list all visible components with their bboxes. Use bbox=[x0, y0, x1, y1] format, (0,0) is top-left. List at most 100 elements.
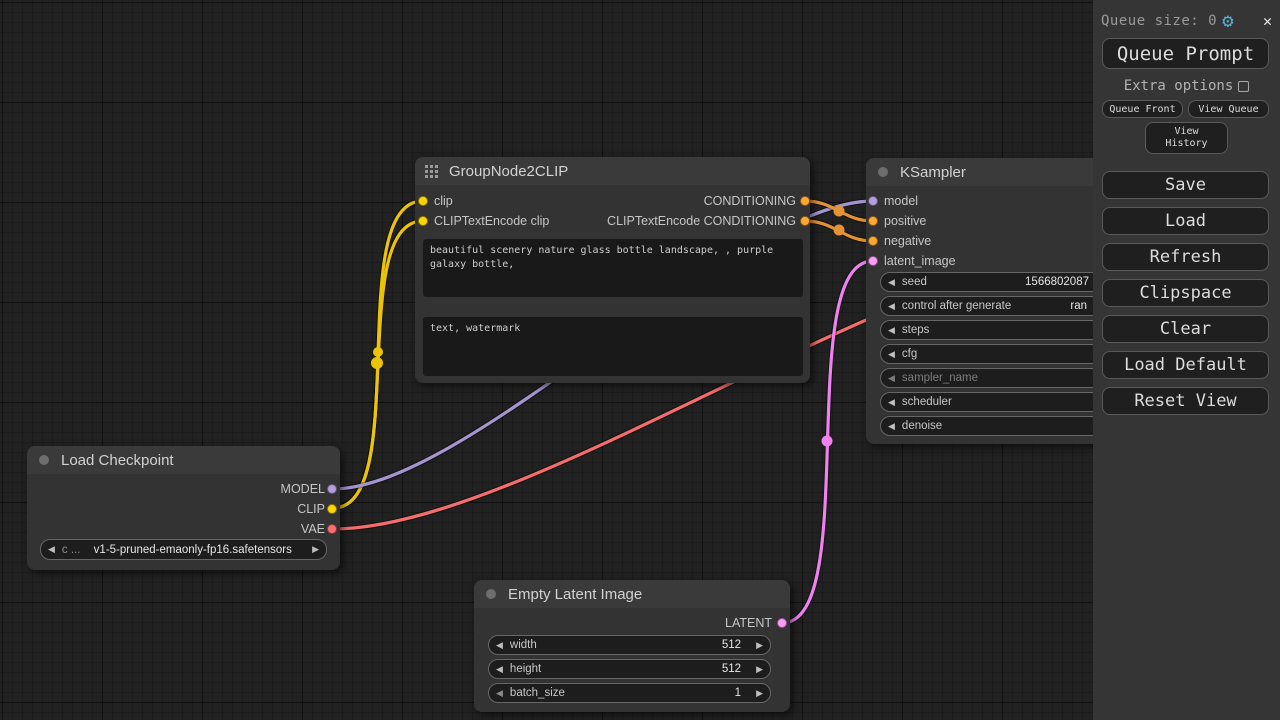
reset-view-button[interactable]: Reset View bbox=[1102, 387, 1269, 415]
decrement-arrow-icon[interactable]: ◀ bbox=[489, 664, 510, 675]
node-empty-latent-image[interactable]: Empty Latent Image LATENT ◀ width 512 ▶ … bbox=[474, 580, 790, 712]
increment-arrow-icon[interactable]: ▶ bbox=[749, 688, 770, 699]
widget-label: height bbox=[510, 663, 541, 675]
widget-label: batch_size bbox=[510, 687, 565, 699]
input-port-positive[interactable] bbox=[868, 216, 878, 226]
link-dot bbox=[834, 225, 845, 236]
node-load-checkpoint[interactable]: Load Checkpoint MODEL CLIP VAE ◀ c ... v… bbox=[27, 446, 340, 570]
node-empty-latent-image-header[interactable]: Empty Latent Image bbox=[474, 580, 790, 608]
clear-button[interactable]: Clear bbox=[1102, 315, 1269, 343]
decrement-arrow-icon[interactable]: ◀ bbox=[881, 277, 902, 288]
input-port-model[interactable] bbox=[868, 196, 878, 206]
cfg-widget[interactable]: ◀ cfg bbox=[880, 344, 1118, 364]
input-label: negative bbox=[884, 234, 931, 248]
collapse-dot-icon[interactable] bbox=[39, 455, 49, 465]
seed-widget[interactable]: ◀ seed 1566802087 bbox=[880, 272, 1118, 292]
extra-options-checkbox[interactable] bbox=[1238, 81, 1249, 92]
refresh-button[interactable]: Refresh bbox=[1102, 243, 1269, 271]
widget-label: width bbox=[510, 639, 537, 651]
input-port-cliptextencode-clip[interactable] bbox=[418, 216, 428, 226]
output-port-vae[interactable] bbox=[327, 524, 337, 534]
decrement-arrow-icon[interactable]: ◀ bbox=[881, 349, 902, 360]
sampler-name-widget[interactable]: ◀ sampler_name bbox=[880, 368, 1118, 388]
height-widget[interactable]: ◀ height 512 ▶ bbox=[488, 659, 771, 679]
batch-size-widget[interactable]: ◀ batch_size 1 ▶ bbox=[488, 683, 771, 703]
decrement-arrow-icon[interactable]: ◀ bbox=[881, 325, 902, 336]
widget-label: cfg bbox=[902, 348, 917, 360]
decrement-arrow-icon[interactable]: ◀ bbox=[881, 373, 902, 384]
widget-value: 512 bbox=[537, 639, 749, 651]
input-label: latent_image bbox=[884, 254, 956, 268]
link-dot bbox=[834, 206, 845, 217]
input-port-negative[interactable] bbox=[868, 236, 878, 246]
group-node-icon bbox=[425, 165, 438, 178]
scheduler-widget[interactable]: ◀ scheduler bbox=[880, 392, 1118, 412]
node-title: KSampler bbox=[900, 164, 966, 181]
close-icon[interactable]: ✕ bbox=[1263, 12, 1272, 30]
node-ksampler[interactable]: KSampler model positive negative latent_… bbox=[866, 158, 1122, 444]
decrement-arrow-icon[interactable]: ◀ bbox=[489, 688, 510, 699]
menu-sidebar: Queue size: 0 ⚙ ✕ Queue Prompt Extra opt… bbox=[1093, 0, 1280, 720]
widget-label: control after generate bbox=[902, 300, 1011, 312]
output-port-cliptextencode-conditioning[interactable] bbox=[800, 216, 810, 226]
widget-label: sampler_name bbox=[902, 372, 978, 384]
node-load-checkpoint-header[interactable]: Load Checkpoint bbox=[27, 446, 340, 474]
widget-label: scheduler bbox=[902, 396, 952, 408]
output-label: VAE bbox=[301, 522, 325, 536]
widget-label: steps bbox=[902, 324, 930, 336]
output-label: LATENT bbox=[725, 616, 772, 630]
view-history-button[interactable]: View History bbox=[1145, 122, 1228, 154]
increment-arrow-icon[interactable]: ▶ bbox=[749, 664, 770, 675]
output-port-conditioning[interactable] bbox=[800, 196, 810, 206]
input-label: clip bbox=[434, 194, 453, 208]
queue-front-button[interactable]: Queue Front bbox=[1102, 100, 1183, 118]
node-ksampler-header[interactable]: KSampler bbox=[866, 158, 1122, 186]
output-port-clip[interactable] bbox=[327, 504, 337, 514]
decrement-arrow-icon[interactable]: ◀ bbox=[881, 397, 902, 408]
view-queue-button[interactable]: View Queue bbox=[1188, 100, 1269, 118]
load-default-button[interactable]: Load Default bbox=[1102, 351, 1269, 379]
decrement-arrow-icon[interactable]: ◀ bbox=[489, 640, 510, 651]
decrement-arrow-icon[interactable]: ◀ bbox=[881, 421, 902, 432]
load-button[interactable]: Load bbox=[1102, 207, 1269, 235]
prev-arrow-icon[interactable]: ◀ bbox=[41, 544, 62, 555]
node-groupnode2clip-header[interactable]: GroupNode2CLIP bbox=[415, 157, 810, 185]
collapse-dot-icon[interactable] bbox=[486, 589, 496, 599]
input-port-latent-image[interactable] bbox=[868, 256, 878, 266]
clipspace-button[interactable]: Clipspace bbox=[1102, 279, 1269, 307]
input-label: CLIPTextEncode clip bbox=[434, 214, 549, 228]
output-port-latent[interactable] bbox=[777, 618, 787, 628]
input-label: model bbox=[884, 194, 918, 208]
width-widget[interactable]: ◀ width 512 ▶ bbox=[488, 635, 771, 655]
link-dot bbox=[371, 357, 383, 369]
comfyui-app: GroupNode2CLIP clip CLIPTextEncode clip … bbox=[0, 0, 1280, 720]
settings-gear-icon[interactable]: ⚙ bbox=[1222, 12, 1233, 31]
input-label: positive bbox=[884, 214, 926, 228]
denoise-widget[interactable]: ◀ denoise bbox=[880, 416, 1118, 436]
increment-arrow-icon[interactable]: ▶ bbox=[749, 640, 770, 651]
node-title: Load Checkpoint bbox=[61, 452, 174, 469]
collapse-dot-icon[interactable] bbox=[878, 167, 888, 177]
output-label: CONDITIONING bbox=[704, 194, 796, 208]
widget-value: 1 bbox=[565, 687, 749, 699]
widget-value: v1-5-pruned-emaonly-fp16.safetensors bbox=[80, 544, 305, 556]
output-label: CLIP bbox=[297, 502, 325, 516]
view-history-line2: History bbox=[1165, 138, 1207, 150]
decrement-arrow-icon[interactable]: ◀ bbox=[881, 301, 902, 312]
link-dot bbox=[822, 436, 833, 447]
widget-value: 1566802087 bbox=[927, 276, 1117, 288]
control-after-generate-widget[interactable]: ◀ control after generate ran bbox=[880, 296, 1118, 316]
save-button[interactable]: Save bbox=[1102, 171, 1269, 199]
widget-label: c ... bbox=[62, 544, 81, 556]
positive-prompt-textarea[interactable]: beautiful scenery nature glass bottle la… bbox=[423, 239, 803, 297]
node-groupnode2clip[interactable]: GroupNode2CLIP clip CLIPTextEncode clip … bbox=[415, 157, 810, 383]
queue-prompt-button[interactable]: Queue Prompt bbox=[1102, 38, 1269, 69]
widget-value: 512 bbox=[541, 663, 749, 675]
node-title: GroupNode2CLIP bbox=[449, 163, 568, 180]
output-port-model[interactable] bbox=[327, 484, 337, 494]
negative-prompt-textarea[interactable]: text, watermark bbox=[423, 317, 803, 376]
next-arrow-icon[interactable]: ▶ bbox=[305, 544, 326, 555]
input-port-clip[interactable] bbox=[418, 196, 428, 206]
steps-widget[interactable]: ◀ steps bbox=[880, 320, 1118, 340]
ckpt-name-widget[interactable]: ◀ c ... v1-5-pruned-emaonly-fp16.safeten… bbox=[40, 539, 327, 560]
